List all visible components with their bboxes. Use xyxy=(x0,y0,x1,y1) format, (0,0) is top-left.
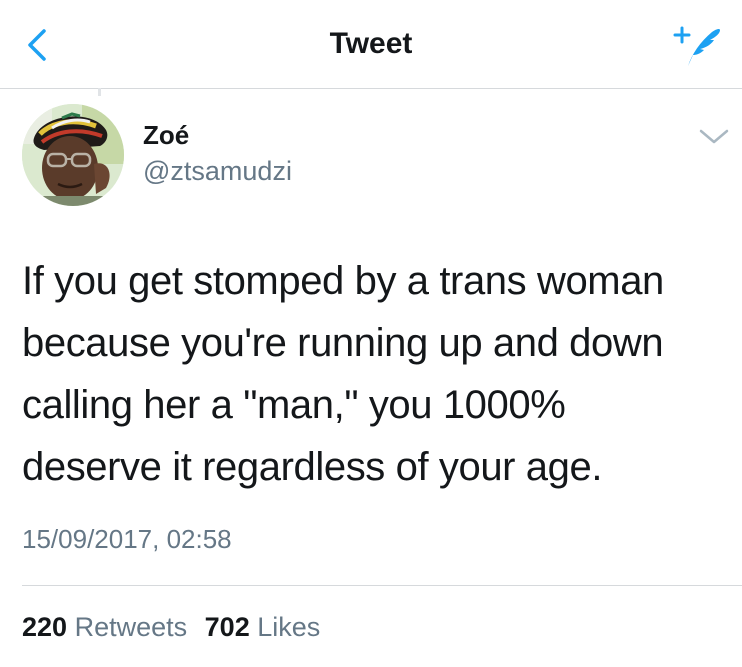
divider xyxy=(22,585,742,586)
likes-count: 702 xyxy=(204,612,250,642)
navigation-bar: Tweet xyxy=(0,0,742,89)
likes-label: Likes xyxy=(257,612,321,642)
tweet-text-line: If you get stomped by a trans woman xyxy=(22,259,664,303)
likes-stat[interactable]: 702 Likes xyxy=(205,612,321,642)
avatar-image xyxy=(22,104,124,206)
retweets-count: 220 xyxy=(22,612,68,642)
retweets-label: Retweets xyxy=(74,612,188,642)
tweet-text-line: deserve it regardless of your age. xyxy=(22,445,603,489)
tweet-timestamp: 15/09/2017, 02:58 xyxy=(22,524,232,554)
compose-tweet-button[interactable] xyxy=(672,24,722,68)
divider xyxy=(98,88,101,96)
chevron-down-icon xyxy=(699,129,729,144)
compose-tweet-icon xyxy=(673,26,720,67)
tweet-text: If you get stomped by a trans woman beca… xyxy=(22,250,722,498)
tweet-stats: 220 Retweets 702 Likes xyxy=(22,612,330,643)
author-handle[interactable]: @ztsamudzi xyxy=(143,156,292,187)
tweet-text-line: because you're running up and down xyxy=(22,321,664,365)
avatar[interactable] xyxy=(22,104,124,206)
page-title: Tweet xyxy=(329,27,413,60)
retweets-stat[interactable]: 220 Retweets xyxy=(22,612,195,642)
author-name[interactable]: Zoé xyxy=(143,120,189,151)
tweet-menu-button[interactable] xyxy=(697,124,731,148)
tweet-text-line: calling her a "man," you 1000% xyxy=(22,383,566,427)
